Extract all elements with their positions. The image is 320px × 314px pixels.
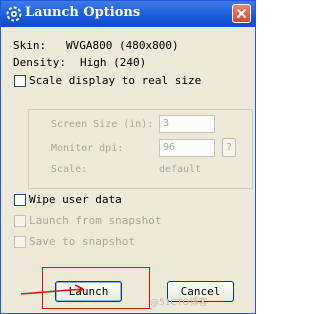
title-bar[interactable]: Launch Options bbox=[1, 1, 255, 27]
annotation-arrow bbox=[20, 284, 84, 295]
watermark: @51CTO博客 bbox=[150, 298, 208, 308]
close-button[interactable] bbox=[232, 4, 251, 23]
window-title: Launch Options bbox=[25, 5, 141, 20]
gear-icon bbox=[6, 6, 22, 22]
dialog-content: Skin: WVGA800 (480x800) Density: High (2… bbox=[1, 27, 255, 313]
launch-options-dialog: Launch Options Skin: WVGA800 (480x800) D… bbox=[0, 0, 256, 314]
